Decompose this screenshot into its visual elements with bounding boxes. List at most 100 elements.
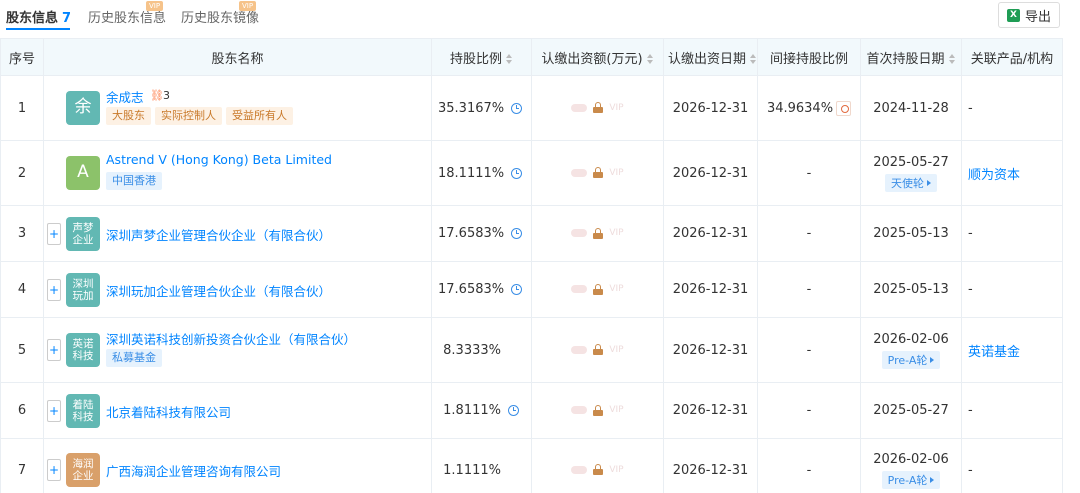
cell-first-date: 2025-05-27 bbox=[860, 382, 962, 439]
export-button[interactable]: X 导出 bbox=[998, 2, 1060, 28]
cell-date: 2026-12-31 bbox=[663, 205, 758, 262]
cell-name: + 海润企业 广西海润企业管理咨询有限公司 bbox=[43, 438, 432, 493]
blurred-value bbox=[571, 229, 588, 237]
cell-related: - bbox=[961, 382, 1063, 439]
tab-bar: 股东信息 7 历史股东信息 VIP 历史股东镜像 VIP X 导出 bbox=[0, 0, 1080, 36]
company-logo: 着陆科技 bbox=[66, 394, 100, 428]
company-logo: 余 bbox=[66, 91, 100, 125]
cell-date: 2026-12-31 bbox=[663, 140, 758, 206]
cell-related[interactable]: 英诺基金 bbox=[961, 317, 1063, 383]
cell-amount[interactable]: VIP bbox=[531, 140, 664, 206]
shareholder-name[interactable]: 余成志 bbox=[106, 87, 144, 106]
company-logo: 英诺科技 bbox=[66, 333, 100, 367]
logo-text: 余 bbox=[74, 97, 92, 118]
tab-history-mirror[interactable]: 历史股东镜像 VIP bbox=[181, 1, 260, 26]
equity-chart-icon[interactable] bbox=[511, 228, 523, 239]
indirect-value: - bbox=[806, 462, 812, 478]
col-ratio[interactable]: 持股比例 bbox=[431, 38, 532, 76]
col-indirect: 间接持股比例 bbox=[757, 38, 861, 76]
col-ratio-label: 持股比例 bbox=[449, 51, 502, 67]
shareholder-table: 序号 股东名称 持股比例 认缴出资额(万元) 认缴出资日期 间接持股比例 首次持… bbox=[0, 38, 1063, 493]
blurred-value bbox=[571, 406, 588, 414]
vip-label: VIP bbox=[609, 228, 624, 238]
cell-ratio: 17.6583% bbox=[431, 261, 532, 318]
cell-first-date: 2026-02-06 Pre-A轮 bbox=[860, 438, 962, 493]
expand-button[interactable]: + bbox=[47, 459, 61, 481]
financing-round-badge[interactable]: Pre-A轮 bbox=[881, 470, 941, 489]
indirect-value: - bbox=[806, 165, 812, 181]
cell-indirect: - bbox=[757, 382, 861, 439]
round-label: Pre-A轮 bbox=[887, 473, 928, 487]
sort-icon bbox=[750, 54, 757, 64]
shareholder-name[interactable]: 深圳声梦企业管理合伙企业（有限合伙） bbox=[106, 225, 331, 244]
cell-date: 2026-12-31 bbox=[663, 382, 758, 439]
equity-chart-icon[interactable] bbox=[508, 405, 519, 416]
cell-related: - bbox=[961, 261, 1063, 318]
expand-button[interactable]: + bbox=[47, 400, 61, 422]
col-name: 股东名称 bbox=[43, 38, 432, 76]
lock-icon bbox=[593, 227, 604, 239]
blurred-value bbox=[571, 168, 588, 177]
cell-related: - bbox=[961, 75, 1063, 141]
tab-label: 历史股东镜像 bbox=[181, 11, 260, 26]
equity-chart-icon[interactable] bbox=[511, 102, 523, 114]
table-row: 1 余 余成志 ⛓ 3 大股东 实际控制人 受益所有人 35.3167% VIP 20… bbox=[0, 75, 1063, 141]
lock-icon bbox=[593, 464, 604, 475]
cell-first-date: 2025-05-13 bbox=[860, 261, 962, 318]
tag-list: 中国香港 bbox=[106, 172, 162, 190]
cell-indirect: - bbox=[757, 140, 861, 206]
shareholder-name[interactable]: 广西海润企业管理咨询有限公司 bbox=[106, 461, 281, 480]
financing-round-badge[interactable]: 天使轮 bbox=[885, 173, 937, 192]
relation-icon[interactable]: ⛓ bbox=[150, 89, 164, 102]
cell-amount[interactable]: VIP bbox=[531, 75, 664, 141]
shareholder-name[interactable]: 深圳英诺科技创新投资合伙企业（有限合伙） bbox=[106, 329, 356, 348]
col-amount[interactable]: 认缴出资额(万元) bbox=[531, 38, 664, 76]
cell-amount[interactable]: VIP bbox=[531, 317, 664, 383]
equity-chart-icon[interactable] bbox=[511, 167, 523, 179]
cell-ratio: 8.3333% bbox=[431, 317, 532, 383]
cell-indirect: - bbox=[757, 205, 861, 262]
vip-badge: VIP bbox=[239, 1, 257, 11]
cell-name: + 深圳玩加 深圳玩加企业管理合伙企业（有限合伙） bbox=[43, 261, 432, 318]
round-label: 天使轮 bbox=[891, 176, 924, 190]
logo-text: 声梦企业 bbox=[72, 221, 94, 246]
relation-count: 3 bbox=[163, 89, 170, 102]
company-logo: 深圳玩加 bbox=[66, 273, 100, 307]
ratio-value: 17.6583% bbox=[438, 282, 505, 297]
logo-text: 海润企业 bbox=[72, 457, 94, 482]
name-cell: 余 余成志 ⛓ 3 大股东 实际控制人 受益所有人 bbox=[44, 76, 431, 140]
expand-button[interactable]: + bbox=[47, 223, 61, 245]
shareholder-name[interactable]: 深圳玩加企业管理合伙企业（有限合伙） bbox=[106, 281, 331, 300]
cell-amount[interactable]: VIP bbox=[531, 382, 664, 439]
tab-history-shareholders[interactable]: 历史股东信息 VIP bbox=[88, 1, 166, 26]
caret-right-icon bbox=[930, 356, 935, 363]
cell-related[interactable]: 顺为资本 bbox=[961, 140, 1063, 206]
blurred-value bbox=[571, 103, 588, 112]
equity-chart-icon[interactable] bbox=[511, 284, 523, 295]
first-date-value: 2026-02-06 bbox=[873, 331, 949, 347]
cell-amount[interactable]: VIP bbox=[531, 438, 664, 493]
penetration-icon[interactable] bbox=[836, 100, 852, 116]
indirect-value: - bbox=[806, 282, 812, 297]
vip-label: VIP bbox=[609, 405, 624, 415]
financing-round-badge[interactable]: Pre-A轮 bbox=[881, 350, 941, 369]
company-logo: A bbox=[66, 156, 100, 190]
cell-seq: 7 bbox=[0, 438, 44, 493]
expand-button[interactable]: + bbox=[47, 279, 61, 301]
cell-amount[interactable]: VIP bbox=[531, 261, 664, 318]
shareholder-name[interactable]: 北京着陆科技有限公司 bbox=[106, 402, 231, 421]
cell-amount[interactable]: VIP bbox=[531, 205, 664, 262]
col-seq: 序号 bbox=[0, 38, 44, 76]
ratio-value: 8.3333% bbox=[443, 342, 501, 358]
ratio-value: 18.1111% bbox=[438, 165, 505, 181]
round-label: Pre-A轮 bbox=[887, 353, 928, 367]
tab-shareholder-info[interactable]: 股东信息 7 bbox=[6, 7, 71, 26]
first-date-value: 2025-05-27 bbox=[873, 403, 949, 418]
col-first-date[interactable]: 首次持股日期 bbox=[860, 38, 962, 76]
expand-button[interactable]: + bbox=[47, 339, 61, 361]
table-header: 序号 股东名称 持股比例 认缴出资额(万元) 认缴出资日期 间接持股比例 首次持… bbox=[0, 38, 1063, 76]
cell-name: + 声梦企业 深圳声梦企业管理合伙企业（有限合伙） bbox=[43, 205, 432, 262]
shareholder-name[interactable]: Astrend V (Hong Kong) Beta Limited bbox=[106, 152, 332, 167]
col-date[interactable]: 认缴出资日期 bbox=[663, 38, 758, 76]
name-cell: + 声梦企业 深圳声梦企业管理合伙企业（有限合伙） bbox=[44, 206, 431, 261]
